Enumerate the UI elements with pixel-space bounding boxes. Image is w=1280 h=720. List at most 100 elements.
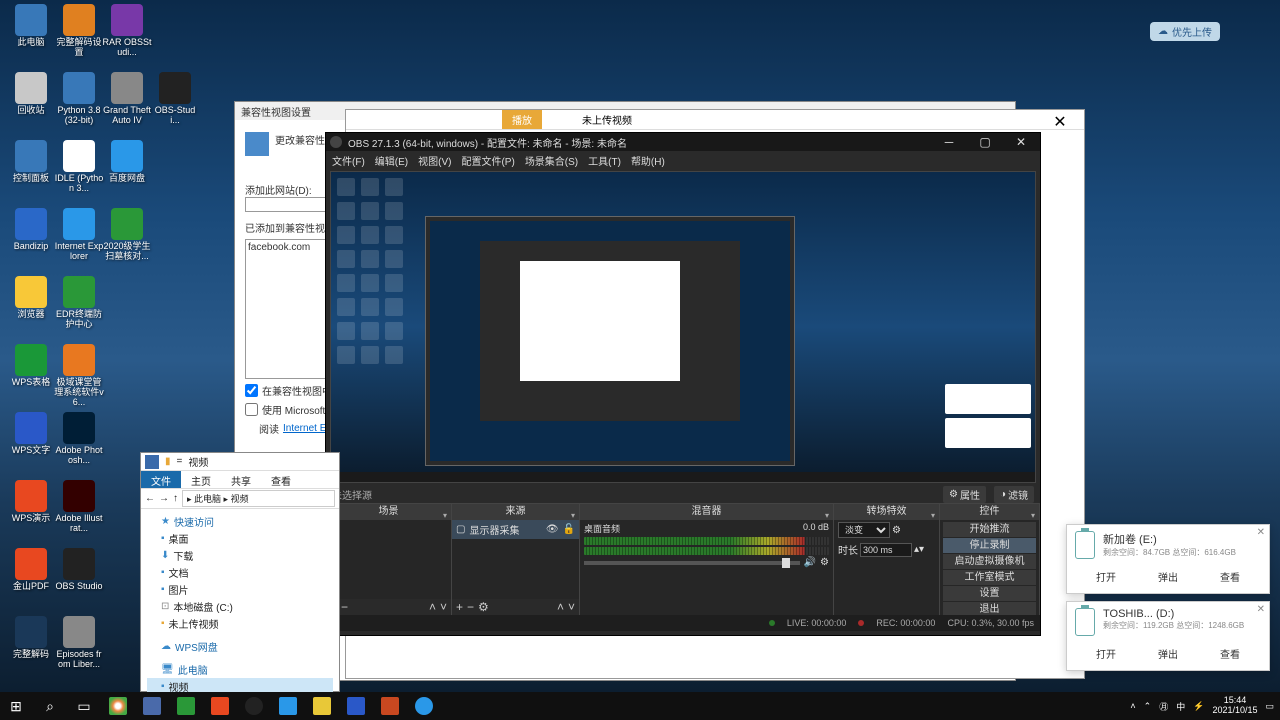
tray-icon[interactable]: ⌃ — [1144, 701, 1152, 712]
task-view-button[interactable]: ▭ — [68, 692, 100, 720]
tab-unuploaded[interactable]: 未上传视频 — [572, 110, 642, 129]
desktop-icon[interactable]: 金山PDF — [6, 548, 56, 592]
desktop-icon[interactable]: OBS Studio — [54, 548, 104, 592]
filters-button[interactable]: ◑滤镜 — [994, 486, 1034, 503]
taskbar-app[interactable] — [136, 692, 168, 720]
usb-eject-button[interactable]: 弹出 — [1158, 569, 1178, 584]
close-button[interactable]: ✕ — [1006, 135, 1036, 149]
stop-recording-button[interactable]: 停止录制 — [943, 538, 1036, 553]
ms-list-checkbox[interactable] — [245, 403, 258, 416]
remove-scene-button[interactable]: − — [341, 600, 348, 614]
duration-input[interactable] — [860, 543, 912, 557]
tray-icon[interactable]: ㊊ — [1159, 700, 1168, 713]
tab-home[interactable]: 主页 — [181, 471, 221, 488]
transition-settings-button[interactable]: ⚙ — [892, 525, 901, 536]
tree-wps-cloud[interactable]: ☁WPS网盘 — [147, 638, 333, 655]
taskbar-app[interactable] — [272, 692, 304, 720]
nav-forward-button[interactable]: → — [159, 493, 169, 504]
desktop-icon[interactable]: Grand Theft Auto IV — [102, 72, 152, 126]
desktop-icon[interactable]: WPS演示 — [6, 480, 56, 524]
obs-preview[interactable] — [330, 171, 1036, 483]
desktop-icon[interactable]: Adobe Photosh... — [54, 412, 104, 466]
tab-share[interactable]: 共享 — [221, 471, 261, 488]
desktop-icon[interactable]: 回收站 — [6, 72, 56, 116]
duration-stepper[interactable]: ▴▾ — [914, 544, 924, 555]
sources-list[interactable]: ▢ 显示器采集 👁 🔓 — [452, 520, 579, 599]
tab-file[interactable]: 文件 — [141, 471, 181, 488]
explorer-titlebar[interactable]: ▮ = 视频 — [141, 453, 339, 471]
maximize-button[interactable]: ▢ — [970, 135, 1000, 149]
source-settings-button[interactable]: ⚙ — [478, 600, 489, 614]
usb-view-button[interactable]: 查看 — [1220, 646, 1240, 661]
menu-scene-collection[interactable]: 场景集合(S) — [525, 153, 578, 168]
intranet-checkbox[interactable] — [245, 384, 258, 397]
tab-play[interactable]: 播放 — [502, 110, 542, 129]
tree-documents[interactable]: ▪文档 — [147, 564, 333, 581]
mute-button[interactable]: 🔊 — [804, 557, 816, 568]
source-down-button[interactable]: ˅ — [568, 600, 575, 614]
tree-desktop[interactable]: ▪桌面 — [147, 530, 333, 547]
desktop-icon[interactable]: Adobe Illustrat... — [54, 480, 104, 534]
desktop-icon[interactable]: 浏览器 — [6, 276, 56, 320]
tree-this-pc[interactable]: 🖥此电脑 — [147, 661, 333, 678]
usb-open-button[interactable]: 打开 — [1096, 569, 1116, 584]
desktop-icon[interactable]: 此电脑 — [6, 4, 56, 48]
usb-open-button[interactable]: 打开 — [1096, 646, 1116, 661]
visibility-toggle[interactable]: 👁 — [546, 524, 559, 535]
desktop-icon[interactable]: Internet Explorer — [54, 208, 104, 262]
scene-up-button[interactable]: ˄ — [429, 600, 436, 614]
desktop-icon[interactable]: 百度网盘 — [102, 140, 152, 184]
start-streaming-button[interactable]: 开始推流 — [943, 522, 1036, 537]
tree-unuploaded-video[interactable]: ▪未上传视频 — [147, 615, 333, 632]
add-source-button[interactable]: + — [456, 600, 463, 614]
menu-edit[interactable]: 编辑(E) — [375, 153, 408, 168]
desktop-icon[interactable]: OBS-Studi... — [150, 72, 200, 126]
tab-view[interactable]: 查看 — [261, 471, 301, 488]
tree-downloads[interactable]: ⬇下载 — [147, 547, 333, 564]
menu-help[interactable]: 帮助(H) — [631, 153, 665, 168]
desktop-icon[interactable]: WPS表格 — [6, 344, 56, 388]
address-bar[interactable]: ▸ 此电脑 ▸ 视频 — [182, 490, 335, 507]
scene-down-button[interactable]: ˅ — [440, 600, 447, 614]
mixer-settings-button[interactable]: ⚙ — [820, 557, 829, 568]
desktop-icon[interactable]: 极域课堂管理系统软件v6... — [54, 344, 104, 408]
taskbar-app[interactable] — [374, 692, 406, 720]
cloud-upload-badge[interactable]: ☁ 优先上传 — [1150, 22, 1220, 41]
start-button[interactable]: ⊞ — [0, 692, 32, 720]
nav-back-button[interactable]: ← — [145, 493, 155, 504]
desktop-icon[interactable]: WPS文字 — [6, 412, 56, 456]
desktop-icon[interactable]: Bandizip — [6, 208, 56, 252]
taskbar-obs[interactable] — [238, 692, 270, 720]
minimize-button[interactable]: ─ — [934, 135, 964, 149]
remove-source-button[interactable]: − — [467, 600, 474, 614]
scenes-list[interactable] — [326, 520, 451, 599]
nav-up-button[interactable]: ↑ — [173, 493, 178, 504]
taskbar-app[interactable] — [170, 692, 202, 720]
tray-icon[interactable]: ⚡ — [1193, 701, 1204, 712]
source-item-display-capture[interactable]: ▢ 显示器采集 👁 🔓 — [452, 520, 579, 539]
desktop-icon[interactable]: 控制面板 — [6, 140, 56, 184]
close-icon[interactable]: ✕ — [1257, 604, 1265, 615]
menu-tools[interactable]: 工具(T) — [588, 153, 621, 168]
volume-slider[interactable] — [584, 561, 800, 565]
desktop-icon[interactable]: RAR OBSStudi... — [102, 4, 152, 58]
desktop-icon[interactable]: EDR终端防护中心 — [54, 276, 104, 330]
desktop-icon[interactable]: 2020级学生扫墓核对... — [102, 208, 152, 262]
taskbar-wps[interactable] — [204, 692, 236, 720]
taskbar-word[interactable] — [340, 692, 372, 720]
menu-profile[interactable]: 配置文件(P) — [461, 153, 514, 168]
close-button[interactable]: ✕ — [1040, 112, 1080, 132]
properties-button[interactable]: ⚙属性 — [943, 486, 986, 503]
desktop-icon[interactable]: 完整解码 — [6, 616, 56, 660]
tree-local-disk-c[interactable]: ⊡本地磁盘 (C:) — [147, 598, 333, 615]
desktop-icon[interactable]: Episodes from Liber... — [54, 616, 104, 670]
transition-select[interactable]: 淡变 — [838, 522, 890, 538]
search-button[interactable]: ⌕ — [34, 692, 66, 720]
lock-toggle[interactable]: 🔓 — [563, 524, 575, 535]
desktop-icon[interactable]: 完整解码设置 — [54, 4, 104, 58]
taskbar-ie[interactable] — [408, 692, 440, 720]
menu-file[interactable]: 文件(F) — [332, 153, 365, 168]
ime-indicator[interactable]: 中 — [1176, 700, 1185, 713]
usb-view-button[interactable]: 查看 — [1220, 569, 1240, 584]
taskbar-clock[interactable]: 15:44 2021/10/15 — [1212, 696, 1257, 716]
